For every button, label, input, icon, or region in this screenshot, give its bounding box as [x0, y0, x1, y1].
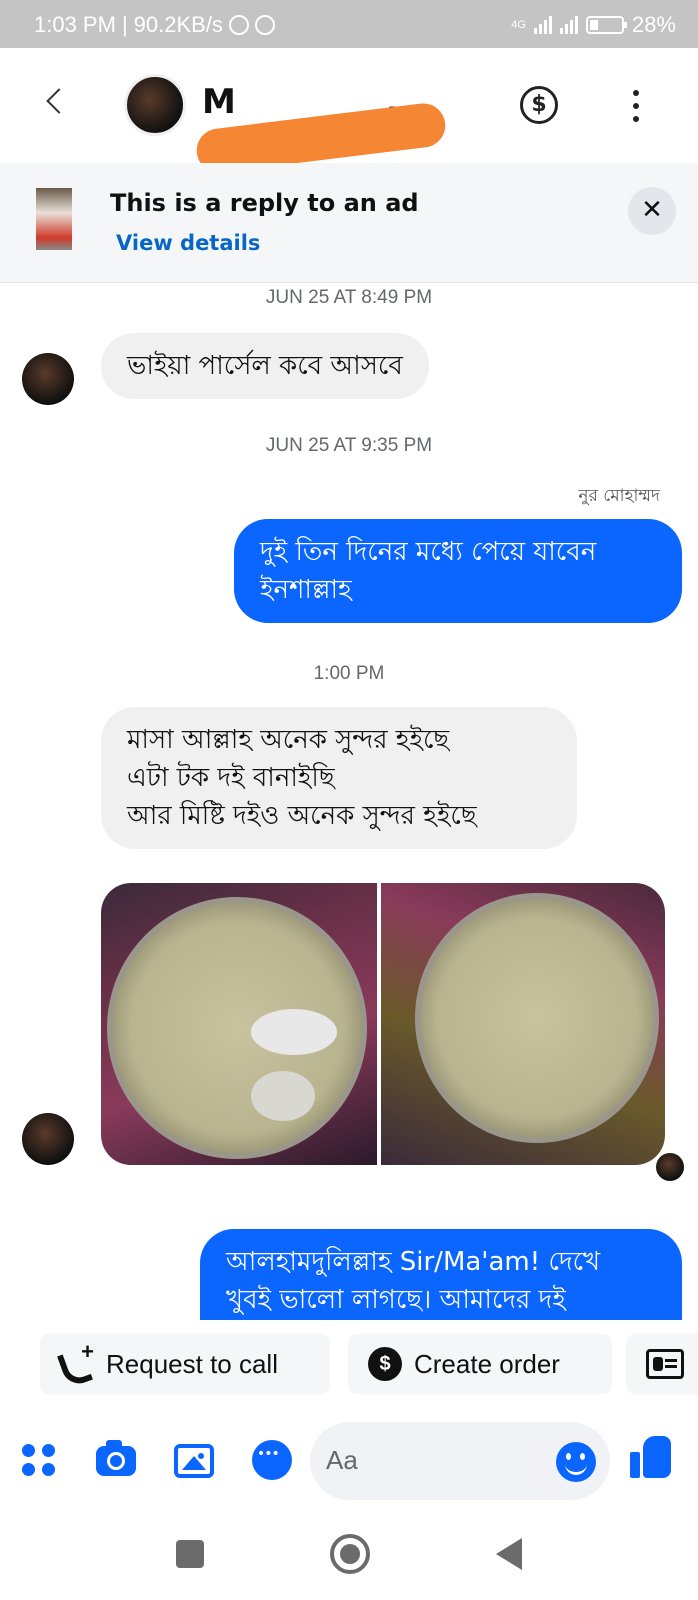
- ad-reply-banner: This is a reply to an ad View details ✕: [0, 163, 698, 283]
- sync-icon: [254, 15, 275, 35]
- message-text-line: ইনশাল্লাহ: [260, 575, 352, 605]
- payment-button[interactable]: $: [520, 86, 558, 124]
- message-text-line: খুবই ভালো লাগছে। আমাদের দই: [226, 1285, 566, 1315]
- ad-banner-title: This is a reply to an ad: [110, 189, 419, 217]
- request-to-call-button[interactable]: Request to call: [40, 1334, 330, 1394]
- message-list[interactable]: JUN 25 AT 8:49 PM ভাইয়া পার্সেল কবে আসব…: [0, 283, 698, 1320]
- contact-card-button[interactable]: [626, 1334, 698, 1394]
- signal-icon: [533, 16, 552, 34]
- message-input[interactable]: [326, 1440, 526, 1480]
- timestamp: 1:00 PM: [313, 663, 385, 684]
- message-text-line: এটা টক দই বানাইছি: [127, 763, 335, 793]
- network-type: 4G: [511, 19, 526, 31]
- battery-icon: [585, 16, 627, 34]
- status-bar: 1:03 PM | 90.2KB/s 4G 28%: [0, 0, 698, 48]
- menu-dots-icon[interactable]: [18, 1440, 58, 1480]
- sender-name: নুর মোহাম্মদ: [578, 486, 660, 506]
- ad-thumbnail[interactable]: [36, 188, 72, 250]
- quick-actions-bar: Request to call $ Create order: [0, 1320, 698, 1400]
- contact-avatar[interactable]: [124, 74, 186, 136]
- emoji-icon[interactable]: [556, 1442, 596, 1482]
- status-separator: |: [121, 12, 128, 37]
- view-details-link[interactable]: View details: [116, 231, 260, 255]
- yogurt-scoop: [251, 1071, 315, 1121]
- seen-avatar: [654, 1151, 686, 1183]
- yogurt-bowl: [415, 893, 659, 1143]
- timestamp: JUN 25 AT 8:49 PM: [265, 287, 433, 308]
- status-time: 1:03 PM: [34, 12, 116, 37]
- close-banner-button[interactable]: ✕: [628, 187, 676, 235]
- message-composer: [0, 1400, 698, 1510]
- home-button[interactable]: [330, 1534, 370, 1574]
- photo-attachment[interactable]: [101, 883, 377, 1165]
- contact-card-icon: [646, 1349, 684, 1379]
- back-nav-button[interactable]: [496, 1538, 522, 1570]
- status-left: 1:03 PM | 90.2KB/s: [34, 12, 275, 38]
- request-to-call-label: Request to call: [106, 1348, 278, 1379]
- thumbs-up-icon[interactable]: [630, 1436, 674, 1480]
- sender-avatar[interactable]: [22, 353, 74, 405]
- more-options-button[interactable]: [626, 86, 646, 126]
- message-text-line: দুই তিন দিনের মধ্যে পেয়ে যাবেন: [260, 537, 597, 567]
- alarm-icon: [228, 15, 249, 35]
- create-order-label: Create order: [414, 1348, 560, 1379]
- status-right: 4G 28%: [511, 12, 676, 38]
- back-button[interactable]: [38, 84, 74, 120]
- dollar-icon: $: [368, 1347, 402, 1381]
- spoon: [251, 1009, 337, 1055]
- sender-avatar[interactable]: [22, 1113, 74, 1165]
- photo-attachment[interactable]: [381, 883, 665, 1165]
- contact-name-initial: M: [202, 82, 236, 122]
- message-text: ভাইয়া পার্সেল কবে আসবে: [127, 351, 403, 381]
- outgoing-message[interactable]: আলহামদুলিল্লাহ Sir/Ma'am! দেখে খুবই ভালো…: [200, 1229, 682, 1320]
- chat-bubble-icon[interactable]: [252, 1440, 292, 1480]
- phone-plus-icon: [60, 1339, 94, 1381]
- incoming-message[interactable]: মাসা আল্লাহ অনেক সুন্দর হইছে এটা টক দই ব…: [101, 707, 577, 849]
- chat-header: M... $: [0, 48, 698, 176]
- create-order-button[interactable]: $ Create order: [348, 1334, 612, 1394]
- gallery-icon[interactable]: [174, 1444, 214, 1478]
- message-text-line: আলহামদুলিল্লাহ Sir/Ma'am! দেখে: [226, 1247, 601, 1277]
- battery-level: 28%: [631, 12, 676, 37]
- camera-icon[interactable]: [96, 1440, 136, 1476]
- signal-2-icon: [559, 16, 578, 34]
- outgoing-message[interactable]: দুই তিন দিনের মধ্যে পেয়ে যাবেন ইনশাল্লা…: [234, 519, 682, 623]
- status-speed: 90.2KB/s: [133, 12, 223, 37]
- message-text-line: মাসা আল্লাহ অনেক সুন্দর হইছে: [127, 725, 450, 755]
- message-input-container[interactable]: [310, 1422, 610, 1500]
- message-text-line: আর মিষ্টি দইও অনেক সুন্দর হইছে: [127, 801, 477, 831]
- recents-button[interactable]: [176, 1540, 204, 1568]
- incoming-message[interactable]: ভাইয়া পার্সেল কবে আসবে: [101, 333, 429, 399]
- timestamp: JUN 25 AT 9:35 PM: [265, 435, 433, 456]
- system-nav-bar: [0, 1510, 698, 1600]
- dollar-circle-icon: $: [531, 92, 547, 117]
